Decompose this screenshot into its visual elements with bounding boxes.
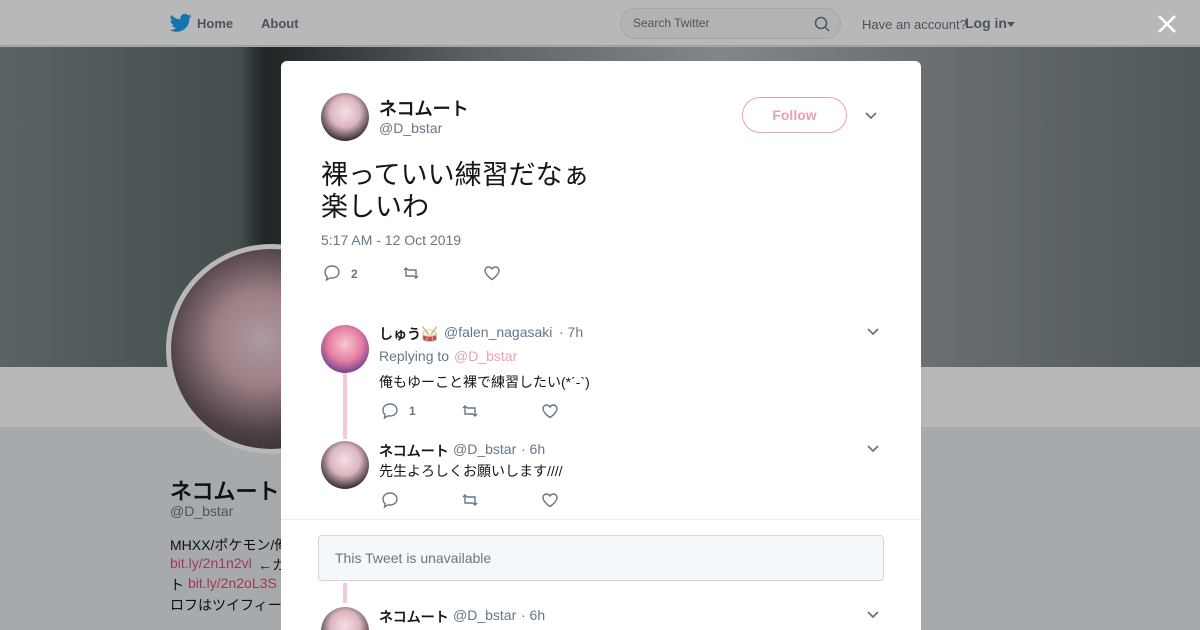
reply-avatar[interactable] <box>321 441 369 489</box>
reply-author-name[interactable]: ネコムート <box>379 607 449 627</box>
divider <box>281 519 921 520</box>
tweet-text: 楽しいわ <box>321 192 429 222</box>
thread-line <box>343 583 347 603</box>
reply-icon[interactable] <box>323 264 341 282</box>
author-handle[interactable]: @D_bstar <box>379 120 442 136</box>
retweet-icon[interactable] <box>402 264 420 282</box>
reply-count: 2 <box>351 267 358 281</box>
replying-to-label: Replying to <box>379 348 450 364</box>
reply-avatar[interactable] <box>321 607 369 630</box>
retweet-icon[interactable] <box>461 491 479 509</box>
tweet-timestamp[interactable]: 5:17 AM - 12 Oct 2019 <box>321 232 461 248</box>
reply-text: 先生よろしくお願いします//// <box>379 463 563 479</box>
reply-text: 俺もゆーこと裸で練習したい(*´-`) <box>379 374 590 390</box>
reply-avatar[interactable] <box>321 325 369 373</box>
reply-author-handle[interactable]: @D_bstar <box>453 441 516 457</box>
chevron-down-icon[interactable] <box>864 109 878 123</box>
chevron-down-icon[interactable] <box>866 442 880 456</box>
chevron-down-icon[interactable] <box>866 608 880 622</box>
reply-author-name[interactable]: ネコムート <box>379 441 449 461</box>
replying-to-handle[interactable]: @D_bstar <box>454 348 517 364</box>
heart-icon[interactable] <box>541 491 559 509</box>
reply-author-name[interactable]: しゅう🥁 <box>379 324 438 344</box>
retweet-icon[interactable] <box>461 402 479 420</box>
author-avatar[interactable] <box>321 93 369 141</box>
tweet-modal: ネコムート @D_bstar Follow 裸っていい練習だなぁ 楽しいわ 5:… <box>281 61 921 630</box>
reply-icon[interactable] <box>381 402 399 420</box>
reply-author-handle[interactable]: @D_bstar <box>453 607 516 623</box>
close-icon[interactable] <box>1155 12 1179 36</box>
unavailable-tweet-notice: This Tweet is unavailable <box>318 535 884 581</box>
reply-time[interactable]: · 6h <box>521 607 545 623</box>
reply-author-handle[interactable]: @falen_nagasaki <box>444 324 552 340</box>
heart-icon[interactable] <box>483 264 501 282</box>
follow-button[interactable]: Follow <box>742 97 847 133</box>
thread-line <box>343 373 347 439</box>
author-name[interactable]: ネコムート <box>379 95 469 121</box>
reply-time[interactable]: · 7h <box>559 324 583 340</box>
reply-time[interactable]: · 6h <box>521 441 545 457</box>
heart-icon[interactable] <box>541 402 559 420</box>
chevron-down-icon[interactable] <box>866 325 880 339</box>
unavailable-text: This Tweet is unavailable <box>335 550 492 566</box>
reply-icon[interactable] <box>381 491 399 509</box>
reply-count: 1 <box>409 404 416 418</box>
